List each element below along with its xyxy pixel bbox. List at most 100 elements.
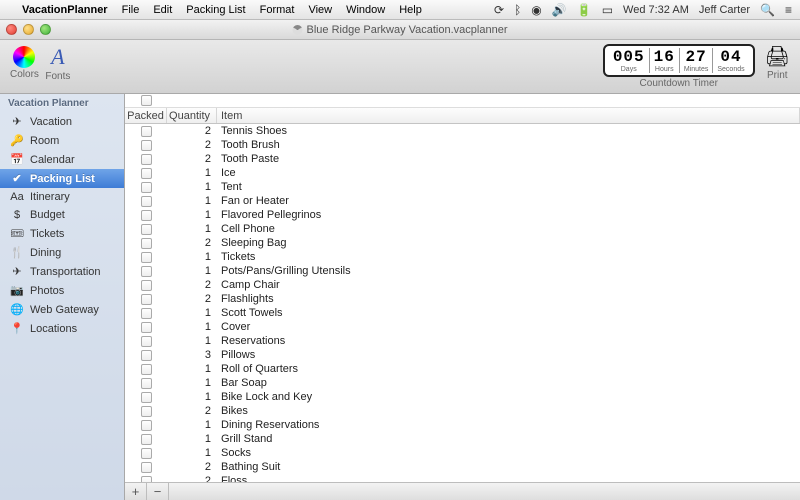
packed-checkbox[interactable]	[141, 350, 152, 361]
table-row[interactable]: 1Ice	[125, 166, 800, 180]
fonts-button[interactable]: A Fonts	[45, 44, 71, 82]
table-row[interactable]: 1Flavored Pellegrinos	[125, 208, 800, 222]
packed-checkbox[interactable]	[141, 126, 152, 137]
menu-window[interactable]: Window	[346, 4, 385, 16]
packed-checkbox[interactable]	[141, 308, 152, 319]
packed-checkbox[interactable]	[141, 182, 152, 193]
packed-checkbox[interactable]	[141, 224, 152, 235]
packed-checkbox[interactable]	[141, 420, 152, 431]
menubar-user[interactable]: Jeff Carter	[699, 4, 750, 16]
sidebar-item-locations[interactable]: 📍Locations	[0, 319, 124, 338]
menu-file[interactable]: File	[122, 4, 140, 16]
menu-edit[interactable]: Edit	[153, 4, 172, 16]
remove-row-button[interactable]: −	[147, 483, 169, 500]
packed-checkbox[interactable]	[141, 364, 152, 375]
battery-icon[interactable]: 🔋	[577, 3, 592, 17]
column-header-item[interactable]: Item	[217, 108, 800, 123]
table-row[interactable]: 2Flashlights	[125, 292, 800, 306]
table-row[interactable]: 1Socks	[125, 446, 800, 460]
sidebar-item-budget[interactable]: $Budget	[0, 206, 124, 224]
bluetooth-icon[interactable]: ᛒ	[514, 3, 521, 17]
table-row[interactable]: 3Pillows	[125, 348, 800, 362]
table-row[interactable]: 1Fan or Heater	[125, 194, 800, 208]
table-row[interactable]: 2Tennis Shoes	[125, 124, 800, 138]
packed-checkbox[interactable]	[141, 280, 152, 291]
table-row[interactable]: 2Tooth Paste	[125, 152, 800, 166]
sidebar-item-web-gateway[interactable]: 🌐Web Gateway	[0, 300, 124, 319]
sidebar-item-photos[interactable]: 📷Photos	[0, 281, 124, 300]
column-header-quantity[interactable]: Quantity	[167, 108, 217, 123]
item-cell: Floss	[217, 475, 800, 482]
table-row[interactable]: 1Scott Towels	[125, 306, 800, 320]
wifi-icon[interactable]: ◉	[531, 3, 541, 17]
packed-checkbox[interactable]	[141, 448, 152, 459]
table-row[interactable]: 1Pots/Pans/Grilling Utensils	[125, 264, 800, 278]
sync-icon[interactable]: ⟳	[494, 3, 504, 17]
packed-checkbox[interactable]	[141, 154, 152, 165]
table-row[interactable]: 2Tooth Brush	[125, 138, 800, 152]
column-header-packed[interactable]: Packed	[125, 108, 167, 123]
packed-checkbox[interactable]	[141, 294, 152, 305]
table-row[interactable]: 2Sleeping Bag	[125, 236, 800, 250]
table-row[interactable]: 2Floss	[125, 474, 800, 482]
packed-checkbox[interactable]	[141, 196, 152, 207]
packed-checkbox[interactable]	[141, 392, 152, 403]
quantity-cell: 1	[167, 363, 217, 375]
table-row[interactable]: 1Tent	[125, 180, 800, 194]
zoom-window-button[interactable]	[40, 24, 51, 35]
add-row-button[interactable]: +	[125, 483, 147, 500]
menu-help[interactable]: Help	[399, 4, 422, 16]
volume-icon[interactable]: 🔊	[552, 3, 567, 17]
packed-checkbox[interactable]	[141, 378, 152, 389]
quantity-cell: 2	[167, 475, 217, 482]
packed-checkbox[interactable]	[141, 322, 152, 333]
packed-checkbox[interactable]	[141, 266, 152, 277]
table-row[interactable]: 2Bathing Suit	[125, 460, 800, 474]
item-cell: Scott Towels	[217, 307, 800, 319]
close-window-button[interactable]	[6, 24, 17, 35]
minimize-window-button[interactable]	[23, 24, 34, 35]
colors-button[interactable]: Colors	[10, 44, 39, 80]
select-all-checkbox[interactable]	[141, 95, 152, 106]
table-row[interactable]: 1Bar Soap	[125, 376, 800, 390]
sidebar-item-calendar[interactable]: 📅Calendar	[0, 150, 124, 169]
notification-center-icon[interactable]: ≡	[785, 3, 792, 17]
packed-checkbox[interactable]	[141, 210, 152, 221]
sidebar-item-packing-list[interactable]: ✔Packing List	[0, 169, 124, 188]
sidebar-item-itinerary[interactable]: AaItinerary	[0, 188, 124, 206]
sidebar-item-vacation[interactable]: ✈Vacation	[0, 112, 124, 131]
packed-checkbox[interactable]	[141, 336, 152, 347]
packed-checkbox[interactable]	[141, 168, 152, 179]
table-row[interactable]: 1Dining Reservations	[125, 418, 800, 432]
table-row[interactable]: 1Cell Phone	[125, 222, 800, 236]
spotlight-icon[interactable]: 🔍	[760, 3, 775, 17]
sidebar-item-room[interactable]: 🔑Room	[0, 131, 124, 150]
display-icon[interactable]: ▭	[602, 3, 613, 17]
document-proxy-icon[interactable]	[293, 25, 303, 35]
table-row[interactable]: 2Bikes	[125, 404, 800, 418]
packed-checkbox[interactable]	[141, 406, 152, 417]
menu-format[interactable]: Format	[260, 4, 295, 16]
packed-checkbox[interactable]	[141, 462, 152, 473]
quantity-cell: 1	[167, 223, 217, 235]
table-row[interactable]: 1Reservations	[125, 334, 800, 348]
table-row[interactable]: 1Tickets	[125, 250, 800, 264]
table-row[interactable]: 2Camp Chair	[125, 278, 800, 292]
item-cell: Grill Stand	[217, 433, 800, 445]
table-row[interactable]: 1Grill Stand	[125, 432, 800, 446]
menu-packing-list[interactable]: Packing List	[186, 4, 245, 16]
table-row[interactable]: 1Bike Lock and Key	[125, 390, 800, 404]
sidebar-item-transportation[interactable]: ✈Transportation	[0, 262, 124, 281]
table-row[interactable]: 1Cover	[125, 320, 800, 334]
packed-checkbox[interactable]	[141, 434, 152, 445]
sidebar-item-dining[interactable]: 🍴Dining	[0, 243, 124, 262]
sidebar-item-tickets[interactable]: 🎟Tickets	[0, 224, 124, 243]
print-button[interactable]: 🖨 Print	[765, 44, 790, 81]
packed-checkbox[interactable]	[141, 140, 152, 151]
packed-checkbox[interactable]	[141, 252, 152, 263]
menu-view[interactable]: View	[308, 4, 332, 16]
menubar-clock[interactable]: Wed 7:32 AM	[623, 4, 689, 16]
packed-checkbox[interactable]	[141, 238, 152, 249]
table-row[interactable]: 1Roll of Quarters	[125, 362, 800, 376]
app-menu[interactable]: VacationPlanner	[22, 4, 108, 16]
